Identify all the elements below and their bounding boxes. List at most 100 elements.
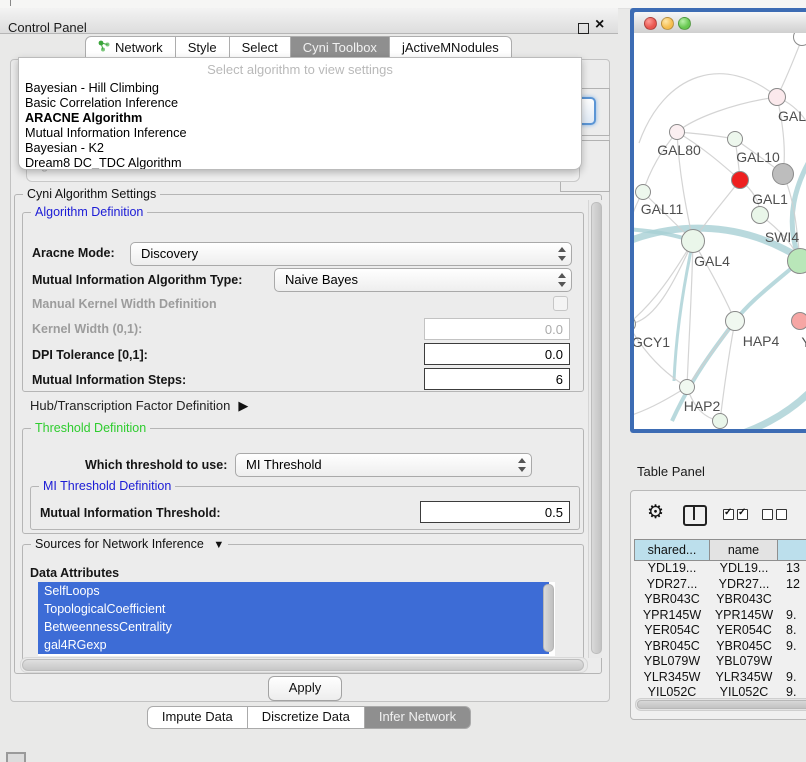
table-cell: YPR145W — [710, 608, 778, 624]
node-salmon-label: Y — [801, 334, 806, 350]
minimize-traffic-light[interactable] — [661, 17, 674, 30]
table-horizontal-scrollbar[interactable] — [635, 698, 806, 711]
tab-network[interactable]: Network — [85, 36, 176, 59]
network-canvas[interactable]: GALGAL80GAL10GAL1GAL11SWI4GAL4GCY1HAP4YH… — [634, 33, 806, 429]
algorithm-option[interactable]: Bayesian - K2 — [19, 141, 581, 156]
mi-threshold-label: Mutual Information Threshold: — [40, 506, 221, 520]
node-bottom-green[interactable] — [712, 413, 728, 429]
close-icon[interactable]: × — [595, 16, 604, 34]
tab-cyni-toolbox[interactable]: Cyni Toolbox — [291, 36, 390, 59]
attributes-list-scrollbar[interactable] — [543, 584, 554, 652]
bottom-tab-infer-network[interactable]: Infer Network — [365, 706, 471, 729]
close-traffic-light[interactable] — [644, 17, 657, 30]
table-row[interactable]: YER054CYER054C8. — [634, 623, 806, 639]
bottom-tab-discretize-data[interactable]: Discretize Data — [248, 706, 365, 729]
hub-definition-toggle[interactable]: Hub/Transcription Factor Definition ▶ — [30, 398, 248, 414]
tab-select[interactable]: Select — [230, 36, 291, 59]
mi-threshold-field[interactable] — [420, 501, 570, 523]
algorithm-option[interactable]: ARACNE Algorithm — [19, 111, 581, 126]
which-threshold-combobox[interactable]: MI Threshold — [235, 453, 532, 477]
table-cell: 9. — [778, 670, 806, 686]
cyni-algorithm-settings-title: Cyni Algorithm Settings — [23, 187, 160, 201]
table-row[interactable]: YBR045CYBR045C9. — [634, 639, 806, 655]
column-header-name[interactable]: name — [710, 539, 778, 561]
data-attributes-list[interactable]: SelfLoopsTopologicalCoefficientBetweenne… — [38, 582, 555, 656]
sources-group-title[interactable]: Sources for Network Inference ▼ — [31, 537, 228, 551]
node-salmon[interactable] — [791, 312, 806, 330]
algorithm-option[interactable]: Basic Correlation Inference — [19, 96, 581, 111]
dpi-tolerance-field[interactable] — [424, 343, 570, 365]
settings-gear-icon[interactable]: ⚙ — [647, 501, 664, 524]
corner-widget-icon[interactable] — [6, 752, 26, 762]
node-swi4[interactable] — [751, 206, 769, 224]
node-gal4[interactable] — [681, 229, 705, 253]
algorithm-option[interactable]: Dream8 DC_TDC Algorithm — [19, 156, 581, 170]
tab-label: Select — [242, 40, 278, 55]
node-gal11[interactable] — [635, 184, 651, 200]
kernel-width-field[interactable] — [424, 318, 570, 340]
mi-algorithm-type-combobox[interactable]: Naive Bayes — [274, 268, 572, 292]
column-header-shared...[interactable]: shared... — [634, 539, 710, 561]
apply-button[interactable]: Apply — [268, 676, 342, 701]
table-cell — [778, 592, 806, 608]
node-gal1-red-label: GAL1 — [752, 191, 788, 207]
control-panel-tabbar: Network Style Select Cyni Toolbox jActiveMNo… — [85, 36, 512, 59]
mi-steps-field[interactable] — [424, 368, 570, 390]
table-panel-title: Table Panel — [637, 464, 705, 479]
table-cell: YBR043C — [634, 592, 710, 608]
settings-horizontal-scrollbar[interactable] — [20, 657, 588, 673]
node-gal-top[interactable] — [768, 88, 786, 106]
attribute-item[interactable]: BetweennessCentrality — [38, 618, 549, 636]
table-cell: YDR27... — [634, 577, 710, 593]
node-gal11-label: GAL11 — [641, 201, 684, 217]
algorithm-option[interactable]: Bayesian - Hill Climbing — [19, 81, 581, 96]
attribute-item[interactable]: TopologicalCoefficient — [38, 600, 549, 618]
tab-label: Network — [115, 40, 163, 55]
node-gal-top-label: GAL — [778, 108, 806, 124]
tab-style[interactable]: Style — [176, 36, 230, 59]
select-all-icon[interactable] — [723, 507, 751, 525]
algorithm-definition-title: Algorithm Definition — [31, 205, 147, 219]
table-row[interactable]: YPR145WYPR145W9. — [634, 608, 806, 624]
node-swi4-label: SWI4 — [765, 229, 799, 245]
attribute-item[interactable]: gal4RGexp — [38, 636, 549, 654]
node-right-green[interactable] — [787, 248, 806, 274]
split-columns-icon[interactable] — [683, 505, 707, 526]
manual-kernel-width-checkbox[interactable] — [553, 296, 568, 311]
node-gal1-red[interactable] — [731, 171, 749, 189]
node-gray[interactable] — [772, 163, 794, 185]
which-threshold-label: Which threshold to use: — [85, 458, 227, 472]
table-cell — [778, 654, 806, 670]
node-hap2[interactable] — [679, 379, 695, 395]
settings-vertical-scrollbar[interactable] — [588, 200, 602, 658]
aracne-mode-combobox[interactable]: Discovery — [130, 242, 572, 266]
column-header-col2[interactable] — [778, 539, 806, 561]
table-row[interactable]: YDL19...YDL19...13 — [634, 561, 806, 577]
node-gal80[interactable] — [669, 124, 685, 140]
algorithm-option[interactable]: Mutual Information Inference — [19, 126, 581, 141]
tab-jactivemnodules[interactable]: jActiveMNodules — [390, 36, 512, 59]
manual-kernel-width-label: Manual Kernel Width Definition — [32, 297, 217, 311]
select-none-icon[interactable] — [762, 507, 790, 525]
table-row[interactable]: YBL079WYBL079W — [634, 654, 806, 670]
expand-arrow-icon: ▶ — [238, 398, 248, 414]
tab-label: Cyni Toolbox — [303, 40, 377, 55]
network-window-titlebar[interactable] — [634, 12, 806, 34]
bottom-tab-impute-data[interactable]: Impute Data — [147, 706, 248, 729]
table-row[interactable]: YDR27...YDR27...12 — [634, 577, 806, 593]
table-header-row: shared...name — [634, 539, 806, 561]
zoom-traffic-light[interactable] — [678, 17, 691, 30]
tab-label: Style — [188, 40, 217, 55]
table-row[interactable]: YLR345WYLR345W9. — [634, 670, 806, 686]
table-cell: YBR045C — [710, 639, 778, 655]
table-row[interactable]: YBR043CYBR043C — [634, 592, 806, 608]
node-gal10[interactable] — [727, 131, 743, 147]
float-window-icon[interactable] — [578, 23, 589, 34]
hub-definition-label: Hub/Transcription Factor Definition — [30, 398, 230, 413]
aracne-mode-value: Discovery — [141, 246, 198, 261]
mi-algorithm-type-label: Mutual Information Algorithm Type: — [32, 273, 242, 287]
attribute-item[interactable]: SelfLoops — [38, 582, 549, 600]
table-cell: YPR145W — [634, 608, 710, 624]
node-hap4[interactable] — [725, 311, 745, 331]
table-cell: 9. — [778, 608, 806, 624]
